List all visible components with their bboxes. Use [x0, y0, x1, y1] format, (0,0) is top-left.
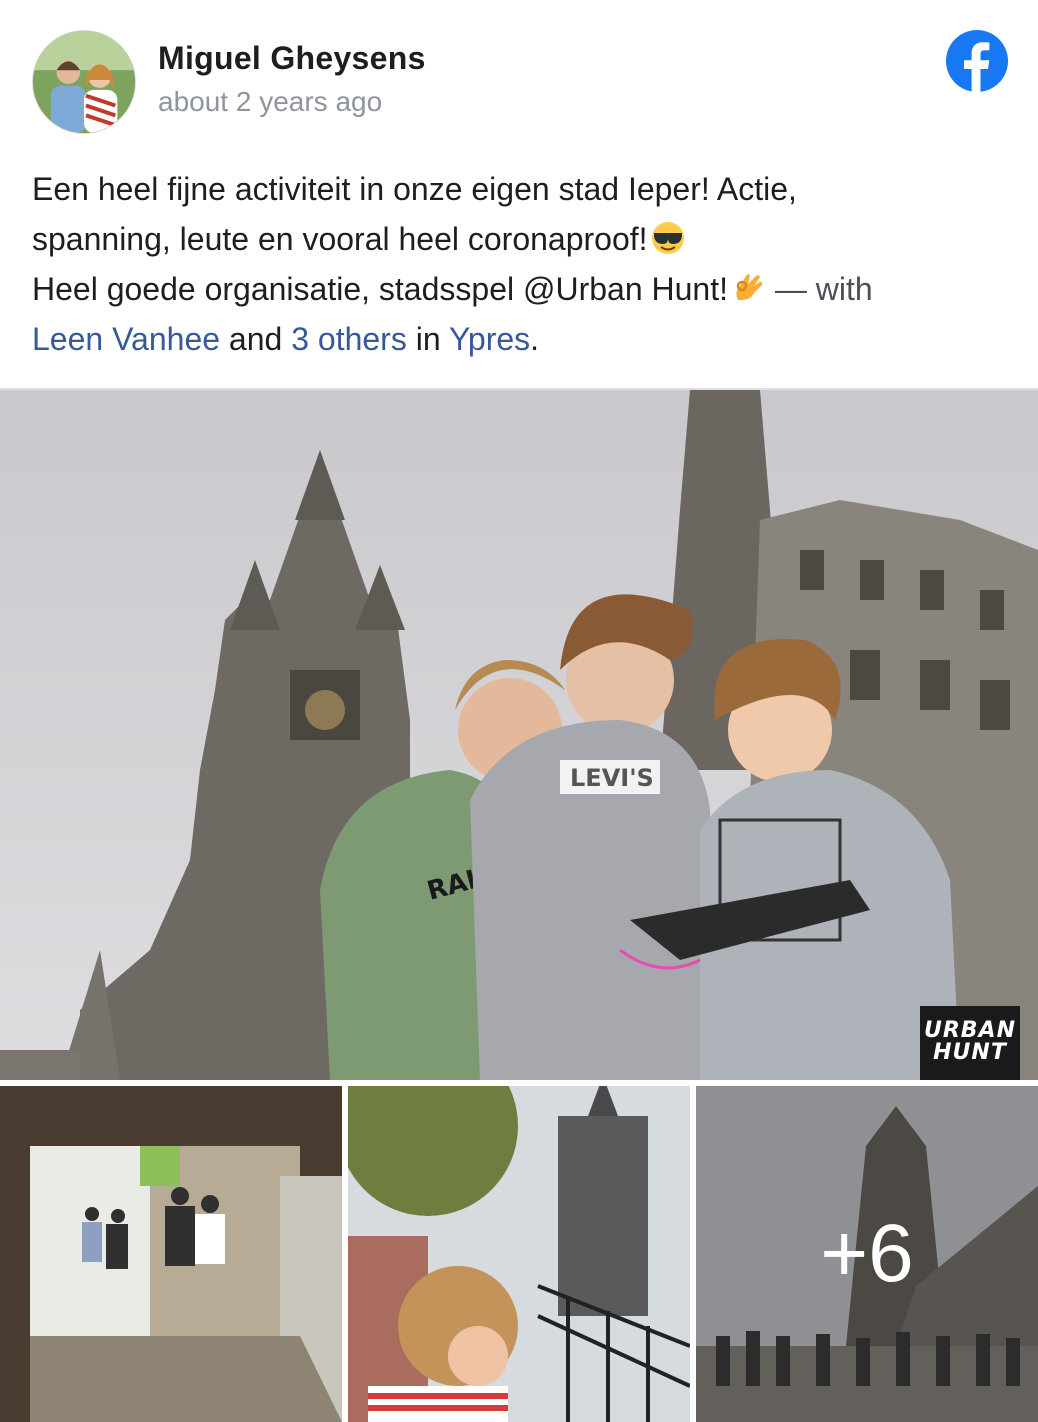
facebook-logo-icon[interactable]: [946, 30, 1008, 92]
main-photo[interactable]: RAIZ LEVI'S URBAN HUNT: [0, 390, 1038, 1080]
post-text-line-1: Een heel fijne activiteit in onze eigen …: [32, 171, 797, 207]
period: .: [530, 321, 540, 357]
svg-text:LEVI'S: LEVI'S: [570, 764, 654, 792]
with-label: — with: [774, 271, 873, 307]
thumbnail-2-image: [348, 1086, 690, 1422]
post-timestamp[interactable]: about 2 years ago: [158, 86, 382, 118]
post-text-line-3: Heel goede organisatie, stadsspel @Urban…: [32, 264, 1012, 314]
author-avatar[interactable]: [32, 30, 136, 134]
post-text-line-2-content: spanning, leute en vooral heel coronapro…: [32, 221, 648, 257]
post-text-line-2: spanning, leute en vooral heel coronapro…: [32, 214, 1012, 264]
author-name[interactable]: Miguel Gheysens: [158, 40, 426, 77]
post-message: Een heel fijne activiteit in onze eigen …: [32, 164, 1012, 364]
urban-hunt-watermark: URBAN HUNT: [920, 1006, 1020, 1080]
watermark-line-2: HUNT: [933, 1040, 1007, 1065]
post-text-line-4: Leen Vanhee and 3 others in Ypres.: [32, 314, 1012, 364]
more-photos-count: +6: [820, 1208, 914, 1299]
post-text-line-3-content: Heel goede organisatie, stadsspel @Urban…: [32, 271, 728, 307]
tagged-person-link[interactable]: Leen Vanhee: [32, 321, 220, 357]
location-link[interactable]: Ypres: [449, 321, 530, 357]
ok-hand-emoji-icon: [736, 274, 763, 301]
main-photo-image: RAIZ LEVI'S: [0, 390, 1038, 1080]
avatar-photo: [33, 31, 135, 133]
tagged-others-link[interactable]: 3 others: [291, 321, 407, 357]
and-label: and: [228, 321, 283, 357]
more-photos-overlay[interactable]: +6: [696, 1086, 1038, 1422]
photo-thumbnail-3[interactable]: +6: [696, 1086, 1038, 1422]
photo-thumbnail-2[interactable]: [348, 1086, 690, 1422]
sunglasses-emoji-icon: [651, 222, 684, 254]
thumbnail-1-image: [0, 1086, 342, 1422]
watermark-line-1: URBAN: [923, 1018, 1016, 1043]
in-label: in: [415, 321, 441, 357]
post-header: Miguel Gheysens about 2 years ago: [0, 0, 1038, 150]
photo-thumbnail-1[interactable]: [0, 1086, 342, 1422]
